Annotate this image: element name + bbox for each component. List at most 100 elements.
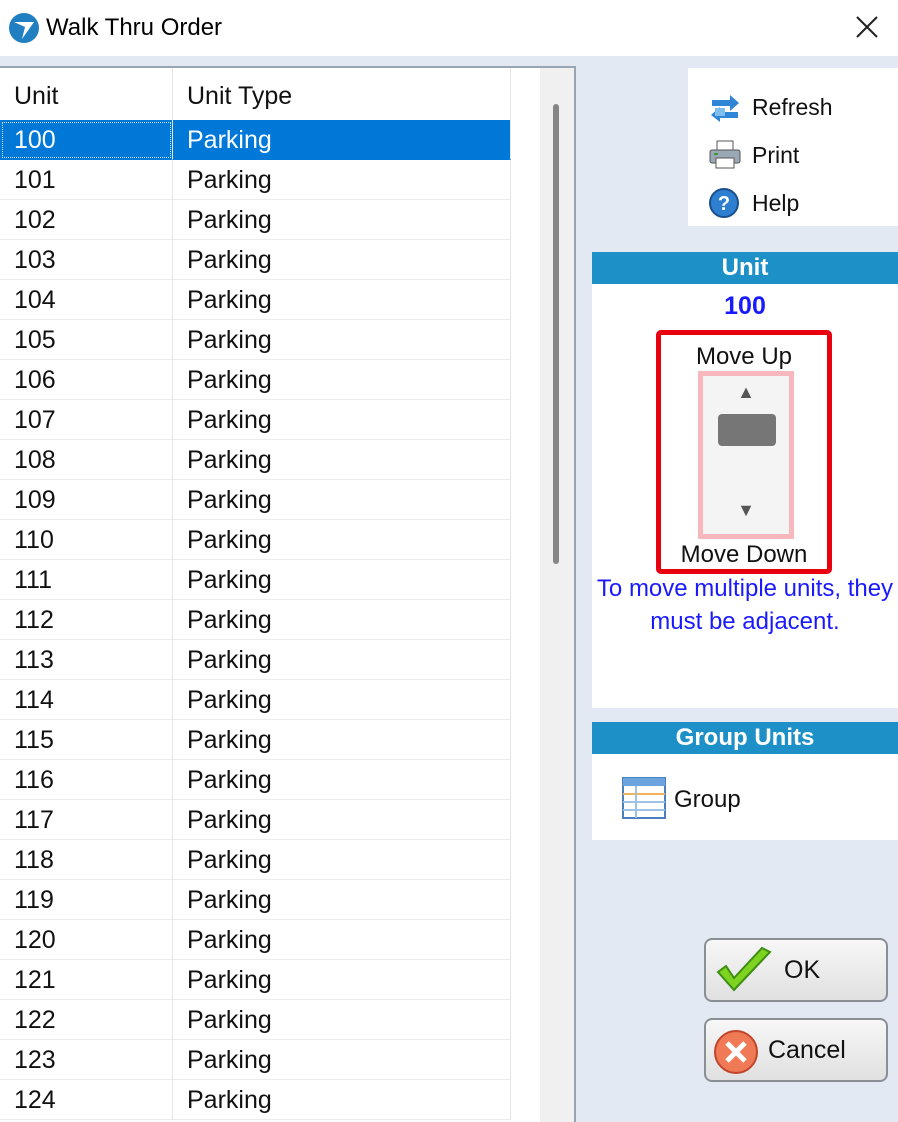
unit-type-cell: Parking [173, 640, 511, 680]
move-slider[interactable]: ▲ ▼ [698, 371, 794, 539]
units-grid[interactable]: Unit Unit Type 100 Parking 101 Parking 102 Pa… [0, 66, 576, 1122]
table-row[interactable]: 114 Parking [0, 680, 538, 720]
group-button[interactable]: Group [622, 776, 822, 820]
table-row[interactable]: 107 Parking [0, 400, 538, 440]
window-title: Walk Thru Order [46, 14, 223, 41]
move-down-label[interactable]: Move Down [661, 541, 827, 569]
print-label: Print [752, 142, 800, 168]
unit-type-cell: Parking [173, 160, 511, 200]
unit-cell: 121 [0, 960, 173, 1000]
unit-cell: 108 [0, 440, 173, 480]
refresh-button[interactable]: Refresh [708, 88, 888, 124]
unit-cell: 103 [0, 240, 173, 280]
unit-type-cell: Parking [173, 680, 511, 720]
print-button[interactable]: Print [708, 136, 888, 172]
grid-rows: 100 Parking 101 Parking 102 Parking 103 Parking… [0, 120, 538, 1120]
move-down-arrow-icon[interactable]: ▼ [703, 500, 789, 521]
move-slider-thumb[interactable] [718, 414, 776, 446]
move-up-arrow-icon[interactable]: ▲ [703, 382, 789, 403]
table-row[interactable]: 112 Parking [0, 600, 538, 640]
cancel-label: Cancel [768, 1036, 846, 1064]
unit-type-cell: Parking [173, 760, 511, 800]
cancel-button[interactable]: Cancel [704, 1018, 888, 1082]
unit-cell: 117 [0, 800, 173, 840]
close-icon [856, 16, 878, 38]
unit-cell: 115 [0, 720, 173, 760]
table-row[interactable]: 113 Parking [0, 640, 538, 680]
column-header-unit[interactable]: Unit [0, 68, 173, 120]
current-unit-value: 100 [724, 292, 766, 320]
group-label: Group [674, 786, 741, 813]
table-row[interactable]: 104 Parking [0, 280, 538, 320]
table-row[interactable]: 103 Parking [0, 240, 538, 280]
table-row[interactable]: 115 Parking [0, 720, 538, 760]
table-row[interactable]: 121 Parking [0, 960, 538, 1000]
table-row[interactable]: 122 Parking [0, 1000, 538, 1040]
unit-cell: 105 [0, 320, 173, 360]
help-icon: ? [709, 188, 739, 218]
group-units-header: Group Units [592, 722, 898, 754]
table-row[interactable]: 105 Parking [0, 320, 538, 360]
unit-cell: 120 [0, 920, 173, 960]
refresh-icon [711, 95, 739, 122]
help-button[interactable]: ? Help [708, 184, 888, 220]
table-row[interactable]: 119 Parking [0, 880, 538, 920]
move-up-label[interactable]: Move Up [661, 343, 827, 371]
grid-scrollbar-thumb[interactable] [553, 104, 559, 564]
table-row[interactable]: 118 Parking [0, 840, 538, 880]
svg-text:?: ? [718, 193, 730, 215]
unit-cell: 119 [0, 880, 173, 920]
unit-cell: 101 [0, 160, 173, 200]
unit-type-cell: Parking [173, 440, 511, 480]
table-row[interactable]: 102 Parking [0, 200, 538, 240]
unit-type-cell: Parking [173, 920, 511, 960]
unit-type-cell: Parking [173, 1040, 511, 1080]
table-row[interactable]: 100 Parking [0, 120, 538, 160]
table-row[interactable]: 109 Parking [0, 480, 538, 520]
unit-type-cell: Parking [173, 120, 511, 160]
unit-type-cell: Parking [173, 600, 511, 640]
unit-cell: 102 [0, 200, 173, 240]
table-row[interactable]: 123 Parking [0, 1040, 538, 1080]
unit-cell: 112 [0, 600, 173, 640]
column-header-unit-type[interactable]: Unit Type [173, 68, 511, 120]
action-toolbox: Refresh Print ? Help [688, 68, 898, 226]
unit-type-cell: Parking [173, 400, 511, 440]
unit-cell: 123 [0, 1040, 173, 1080]
close-button[interactable] [842, 6, 890, 50]
table-row[interactable]: 110 Parking [0, 520, 538, 560]
printer-icon [709, 140, 741, 169]
unit-type-cell: Parking [173, 480, 511, 520]
ok-button[interactable]: OK [704, 938, 888, 1002]
unit-type-cell: Parking [173, 1000, 511, 1040]
checkmark-icon [716, 946, 772, 992]
unit-panel: Unit 100 Move Up ▲ ▼ Move Down To move m… [592, 252, 898, 708]
table-row[interactable]: 124 Parking [0, 1080, 538, 1120]
unit-type-cell: Parking [173, 280, 511, 320]
unit-type-cell: Parking [173, 720, 511, 760]
help-label: Help [752, 190, 800, 216]
table-row[interactable]: 116 Parking [0, 760, 538, 800]
refresh-label: Refresh [752, 94, 833, 120]
table-row[interactable]: 101 Parking [0, 160, 538, 200]
unit-cell: 110 [0, 520, 173, 560]
unit-cell: 104 [0, 280, 173, 320]
unit-type-cell: Parking [173, 1080, 511, 1120]
unit-cell: 106 [0, 360, 173, 400]
title-bar: Walk Thru Order [0, 0, 898, 56]
grid-scrollbar[interactable] [540, 68, 574, 1122]
move-control-highlight: Move Up ▲ ▼ Move Down [656, 330, 832, 574]
unit-type-cell: Parking [173, 240, 511, 280]
ok-label: OK [784, 956, 821, 984]
unit-type-cell: Parking [173, 880, 511, 920]
unit-cell: 116 [0, 760, 173, 800]
unit-cell: 122 [0, 1000, 173, 1040]
unit-cell: 107 [0, 400, 173, 440]
table-row[interactable]: 108 Parking [0, 440, 538, 480]
table-row[interactable]: 120 Parking [0, 920, 538, 960]
table-row[interactable]: 106 Parking [0, 360, 538, 400]
unit-type-cell: Parking [173, 200, 511, 240]
app-logo-icon [9, 13, 39, 43]
table-row[interactable]: 111 Parking [0, 560, 538, 600]
table-row[interactable]: 117 Parking [0, 800, 538, 840]
